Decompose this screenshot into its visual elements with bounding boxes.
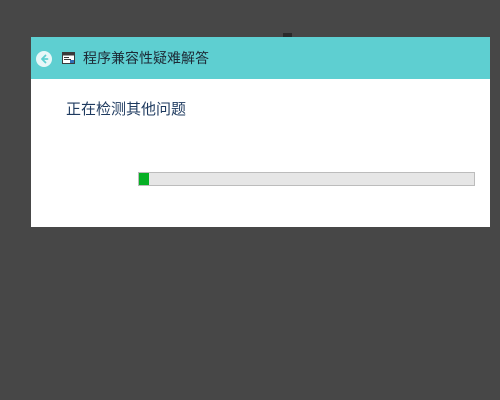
troubleshooter-icon xyxy=(62,52,75,64)
window-title: 程序兼容性疑难解答 xyxy=(83,51,209,67)
back-arrow-icon xyxy=(41,54,49,64)
status-text: 正在检测其他问题 xyxy=(66,100,187,118)
desktop-background: 程序兼容性疑难解答 正在检测其他问题 xyxy=(0,0,500,400)
progress-bar xyxy=(138,172,475,186)
progress-bar-fill xyxy=(139,173,150,185)
back-button[interactable] xyxy=(36,51,52,67)
troubleshooter-window: 程序兼容性疑难解答 正在检测其他问题 xyxy=(31,37,490,227)
title-bar: 程序兼容性疑难解答 xyxy=(31,37,490,79)
